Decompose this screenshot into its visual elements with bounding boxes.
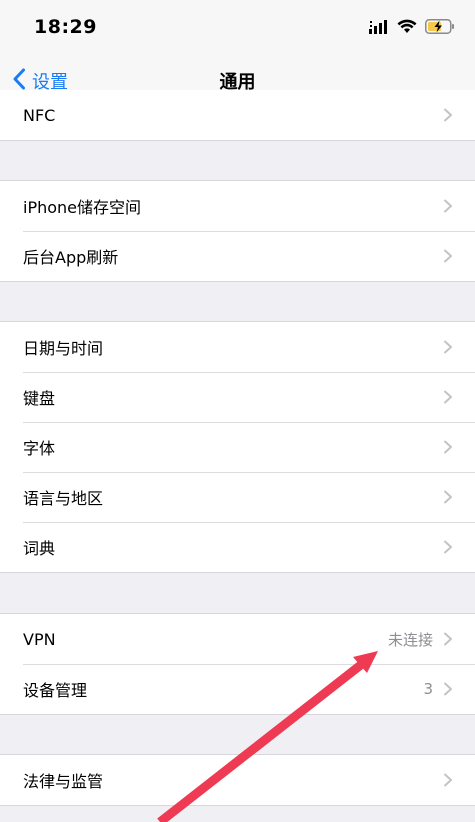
list-item-nfc[interactable]: NFC: [0, 90, 475, 140]
general-settings-screen: 18:29 设置 通用 NFC iPhone储存空间 后台App刷新 日期与时间…: [0, 0, 475, 822]
row-label: 词典: [23, 539, 56, 558]
row-label: 设备管理: [23, 681, 88, 700]
row-label: 后台App刷新: [23, 248, 119, 267]
list-item-dictionary[interactable]: 词典: [0, 522, 475, 572]
settings-group-storage: iPhone储存空间 后台App刷新: [0, 180, 475, 282]
row-label: 字体: [23, 439, 56, 458]
list-item-fonts[interactable]: 字体: [0, 422, 475, 472]
settings-group-nfc: NFC: [0, 90, 475, 141]
list-item-date-time[interactable]: 日期与时间: [0, 322, 475, 372]
row-label: VPN: [23, 629, 56, 649]
settings-group-legal: 法律与监管: [0, 754, 475, 806]
row-label: NFC: [23, 105, 56, 125]
row-label: 语言与地区: [23, 489, 104, 508]
list-item-language-region[interactable]: 语言与地区: [0, 472, 475, 522]
row-label: iPhone储存空间: [23, 198, 142, 217]
list-item-iphone-storage[interactable]: iPhone储存空间: [0, 181, 475, 231]
list-item-vpn[interactable]: VPN 未连接: [0, 614, 475, 664]
vpn-status-value: 未连接: [387, 630, 433, 649]
wifi-icon: [397, 19, 417, 38]
row-label: 法律与监管: [23, 772, 104, 791]
battery-charging-icon: [425, 18, 455, 38]
signal-icon: [369, 19, 389, 38]
device-management-count: 3: [423, 680, 433, 698]
status-time: 18:29: [34, 16, 97, 38]
list-item-background-app-refresh[interactable]: 后台App刷新: [0, 231, 475, 281]
list-item-legal-regulatory[interactable]: 法律与监管: [0, 755, 475, 805]
row-label: 日期与时间: [23, 339, 104, 358]
list-item-device-management[interactable]: 设备管理 3: [0, 664, 475, 714]
settings-group-network: VPN 未连接 设备管理 3: [0, 613, 475, 715]
status-icons: [369, 17, 455, 39]
row-label: 键盘: [23, 389, 56, 408]
status-bar: 18:29: [0, 0, 475, 56]
settings-group-locale: 日期与时间 键盘 字体 语言与地区 词典: [0, 321, 475, 573]
list-item-keyboard[interactable]: 键盘: [0, 372, 475, 422]
